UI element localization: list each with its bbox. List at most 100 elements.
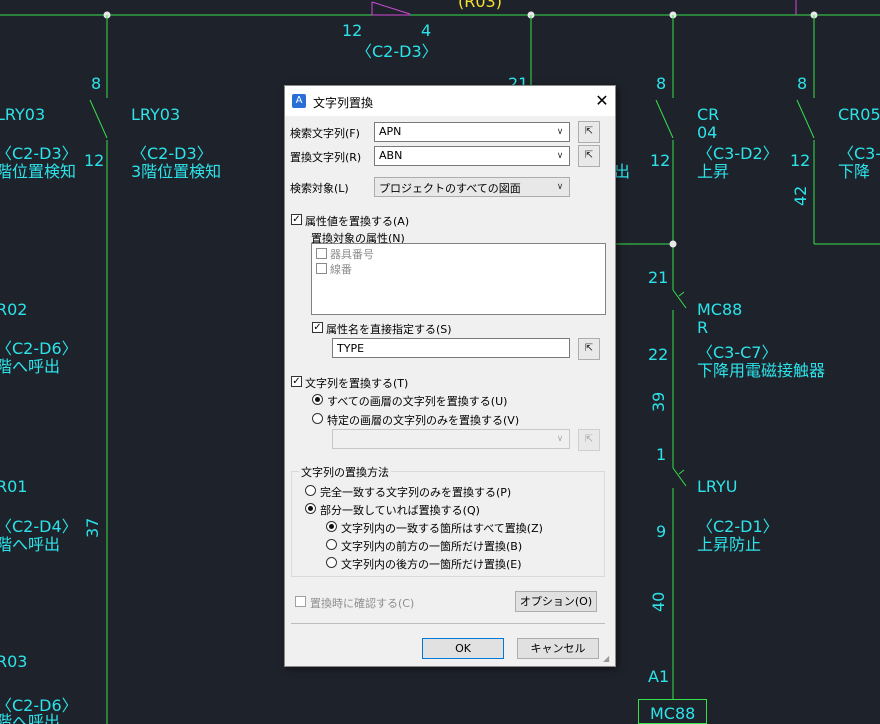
cad-label: 上昇	[697, 162, 729, 181]
pointer-pick-icon: ⇱	[584, 343, 594, 354]
component-box-mc88[interactable]	[638, 699, 707, 724]
junction-dot	[669, 240, 677, 248]
last-occurrence-label: 文字列内の後方の一箇所だけ置換(E)	[341, 558, 522, 571]
direct-attr-checkbox[interactable]: ✓	[312, 322, 323, 333]
first-occurrence-label: 文字列内の前方の一箇所だけ置換(B)	[341, 540, 523, 553]
cad-label: 〈C2-D1〉	[697, 517, 779, 536]
cad-label: MC88	[697, 300, 742, 319]
direct-attr-label: 属性名を直接指定する(S)	[326, 323, 452, 336]
chevron-down-icon[interactable]: ∨	[553, 126, 567, 138]
cad-label: 〈C3-D2〉	[697, 144, 779, 163]
cad-label: 21	[648, 268, 668, 287]
all-occurrences-radio[interactable]	[326, 521, 337, 532]
pointer-pick-icon: ⇱	[584, 126, 594, 137]
method-group-label: 文字列の置換方法	[299, 464, 391, 480]
replace-label: 置換文字列(R)	[290, 151, 362, 164]
cad-label: 40	[649, 592, 668, 612]
pick-replace-button[interactable]: ⇱	[578, 145, 600, 167]
cad-label: 12	[790, 151, 810, 170]
cad-label: 12	[650, 151, 670, 170]
confirm-label: 置換時に確認する(C)	[310, 597, 415, 610]
cad-label: LRYU	[697, 477, 738, 496]
cad-label: 8	[91, 74, 101, 93]
all-layers-radio[interactable]	[312, 394, 323, 405]
cad-label: 4	[421, 21, 431, 40]
direct-attr-value: TYPE	[337, 342, 365, 355]
replace-attr-checkbox[interactable]: ✓	[291, 214, 302, 225]
cancel-button[interactable]: キャンセル	[517, 638, 599, 659]
replace-text-dialog: A 文字列置換 ✕ 検索文字列(F) APN ∨ ⇱ 置換文字列(R) ABN …	[284, 85, 616, 667]
cad-label: 〈C2-D3〉	[356, 42, 438, 61]
chevron-down-icon[interactable]: ∨	[553, 181, 567, 193]
cad-label: 〈C2-D6〉	[0, 339, 78, 358]
last-occurrence-radio[interactable]	[326, 557, 337, 568]
cad-label: 〈C2-D3〉	[0, 144, 78, 163]
close-icon[interactable]: ✕	[591, 90, 613, 112]
attr-item-checkbox[interactable]	[316, 248, 327, 259]
options-button[interactable]: オプション(O)	[515, 591, 597, 612]
contact-mark	[678, 291, 685, 297]
cad-label: 階位置検知	[0, 162, 76, 181]
cad-label: LRY03	[131, 105, 180, 124]
target-select[interactable]: プロジェクトのすべての図面 ∨	[374, 177, 570, 197]
contact-switch	[89, 99, 108, 139]
cad-label: 9	[656, 522, 666, 541]
all-occurrences-label: 文字列内の一致する箇所はすべて置換(Z)	[341, 522, 543, 535]
confirm-checkbox[interactable]	[295, 596, 306, 607]
pick-search-button[interactable]: ⇱	[578, 121, 600, 143]
cad-label: 〈C2-D4〉	[0, 517, 78, 536]
target-value: プロジェクトのすべての図面	[379, 182, 521, 195]
replace-text-label: 文字列を置換する(T)	[305, 377, 409, 390]
cad-label: 37	[83, 518, 102, 538]
specific-layer-radio[interactable]	[312, 413, 323, 424]
partial-match-radio[interactable]	[305, 503, 316, 514]
pick-layer-button[interactable]: ⇱	[578, 429, 600, 451]
contact-switch	[655, 99, 674, 139]
divider	[291, 623, 605, 624]
replace-combo[interactable]: ABN ∨	[374, 146, 570, 166]
resize-grip-icon[interactable]: ◢	[603, 654, 613, 664]
attr-item-label: 線番	[330, 263, 352, 276]
cad-label: 階へ呼出	[0, 357, 60, 376]
replace-attr-label: 属性値を置換する(A)	[305, 215, 410, 228]
search-label: 検索文字列(F)	[290, 127, 360, 140]
search-value: APN	[379, 125, 402, 138]
layer-select[interactable]: ∨	[332, 429, 570, 449]
exact-match-radio[interactable]	[305, 485, 316, 496]
cad-label: 12	[84, 151, 104, 170]
pointer-pick-icon: ⇱	[584, 150, 594, 161]
attr-listbox[interactable]: 器具番号 線番	[311, 243, 606, 315]
cad-label: A1	[648, 667, 669, 686]
cad-label: R03	[0, 652, 27, 671]
pick-attr-button[interactable]: ⇱	[578, 338, 600, 360]
contact-switch	[672, 467, 687, 487]
cad-label: 〈C3-C7〉	[697, 343, 777, 362]
cad-label: 39	[649, 392, 668, 412]
cad-label: 04	[697, 123, 717, 142]
contact-switch	[672, 289, 687, 309]
cad-label: 階へ呼出	[0, 712, 60, 724]
first-occurrence-radio[interactable]	[326, 539, 337, 550]
target-label: 検索対象(L)	[290, 182, 349, 195]
cad-label: R01	[0, 477, 27, 496]
attr-item-label: 器具番号	[330, 248, 374, 261]
replace-text-checkbox[interactable]: ✓	[291, 376, 302, 387]
direct-attr-input[interactable]: TYPE	[332, 338, 570, 358]
search-combo[interactable]: APN ∨	[374, 122, 570, 142]
all-layers-label: すべての画層の文字列を置換する(U)	[327, 395, 508, 408]
pointer-pick-icon: ⇱	[584, 434, 594, 445]
ok-button[interactable]: OK	[422, 638, 504, 659]
cad-label: 12	[342, 21, 362, 40]
cad-label: 8	[656, 74, 666, 93]
app-icon: A	[292, 94, 306, 108]
cad-label: (R03)	[458, 0, 502, 11]
cad-label: LRY03	[0, 105, 45, 124]
chevron-down-icon[interactable]: ∨	[553, 433, 567, 445]
chevron-down-icon[interactable]: ∨	[553, 150, 567, 162]
cad-label: 3階位置検知	[131, 162, 221, 181]
exact-match-label: 完全一致する文字列のみを置換する(P)	[320, 486, 512, 499]
cad-label: 上昇防止	[697, 535, 761, 554]
replace-value: ABN	[379, 149, 403, 162]
contact-switch	[796, 99, 815, 139]
attr-item-checkbox[interactable]	[316, 263, 327, 274]
